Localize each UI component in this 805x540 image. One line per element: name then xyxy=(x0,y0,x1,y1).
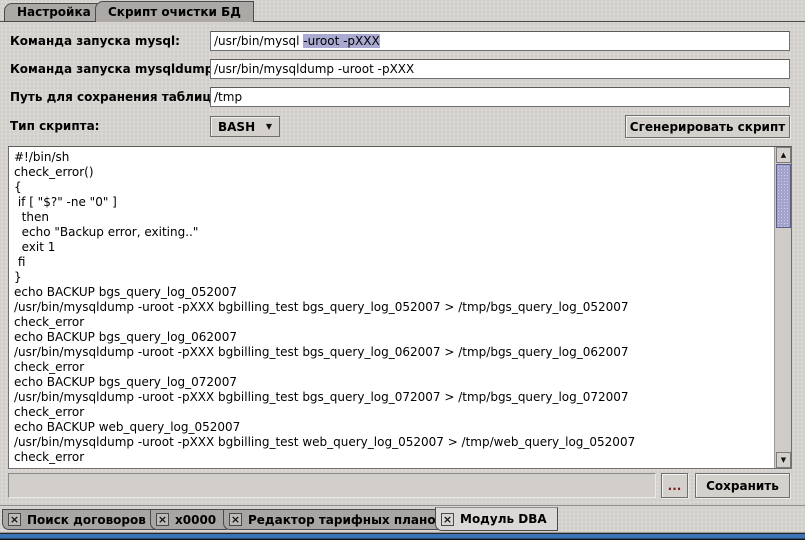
close-icon[interactable]: × xyxy=(156,513,169,526)
script-type-label: Тип скрипта: xyxy=(10,119,99,133)
tab-settings-label: Настройка xyxy=(17,5,91,19)
tab-x0000-label: x0000 xyxy=(175,513,216,527)
tab-x0000[interactable]: × x0000 xyxy=(150,509,227,530)
tab-dba-module-label: Модуль DBA xyxy=(460,512,547,526)
save-path-input[interactable] xyxy=(210,87,790,107)
script-text[interactable]: #!/bin/sh check_error() { if [ "$?" -ne … xyxy=(10,148,774,467)
scrollbar-thumb[interactable] xyxy=(776,164,791,228)
script-type-select[interactable]: BASH ▼ xyxy=(210,116,280,137)
chevron-down-icon: ▼ xyxy=(266,122,272,131)
close-icon[interactable]: × xyxy=(8,513,21,526)
tab-db-cleanup-script[interactable]: Скрипт очистки БД xyxy=(95,1,254,22)
close-icon[interactable]: × xyxy=(229,513,242,526)
close-icon[interactable]: × xyxy=(441,513,454,526)
module-tabs: × Поиск договоров × x0000 × Редактор тар… xyxy=(0,507,805,532)
window-bottom-edge xyxy=(0,532,805,540)
arrow-down-icon: ▼ xyxy=(781,456,786,464)
script-output-area: #!/bin/sh check_error() { if [ "$?" -ne … xyxy=(8,146,792,469)
browse-button[interactable]: ... xyxy=(661,473,688,498)
mysql-command-value: /usr/bin/mysql xyxy=(214,34,303,48)
mysql-command-input[interactable]: /usr/bin/mysql -uroot -pXXX xyxy=(210,31,790,51)
save-path-label: Путь для сохранения таблиц: xyxy=(10,90,216,104)
script-type-value: BASH xyxy=(218,120,255,134)
tab-db-cleanup-script-label: Скрипт очистки БД xyxy=(108,5,241,19)
mysql-command-selected-text: -uroot -pXXX xyxy=(303,34,379,48)
tab-dba-module[interactable]: × Модуль DBA xyxy=(435,507,558,531)
save-button[interactable]: Сохранить xyxy=(695,473,790,498)
tab-settings[interactable]: Настройка xyxy=(4,3,104,21)
status-field[interactable] xyxy=(8,473,656,498)
scroll-down-button[interactable]: ▼ xyxy=(776,452,791,468)
scroll-up-button[interactable]: ▲ xyxy=(776,147,791,163)
generate-script-button[interactable]: Сгенерировать скрипт xyxy=(625,115,790,138)
tab-tariff-plan-editor[interactable]: × Редактор тарифных планов xyxy=(223,509,454,530)
mysql-command-label: Команда запуска mysql: xyxy=(10,34,180,48)
tab-contract-search-label: Поиск договоров xyxy=(27,513,146,527)
mysqldump-command-label: Команда запуска mysqldump: xyxy=(10,62,218,76)
tab-contract-search[interactable]: × Поиск договоров xyxy=(2,509,157,530)
db-cleanup-panel: Команда запуска mysql: /usr/bin/mysql -u… xyxy=(0,21,805,506)
dba-module-window: Настройка Скрипт очистки БД Команда запу… xyxy=(0,0,805,540)
vertical-scrollbar[interactable]: ▲ ▼ xyxy=(774,147,791,468)
arrow-up-icon: ▲ xyxy=(781,151,786,159)
tab-tariff-plan-editor-label: Редактор тарифных планов xyxy=(248,513,443,527)
mysqldump-command-input[interactable] xyxy=(210,59,790,79)
